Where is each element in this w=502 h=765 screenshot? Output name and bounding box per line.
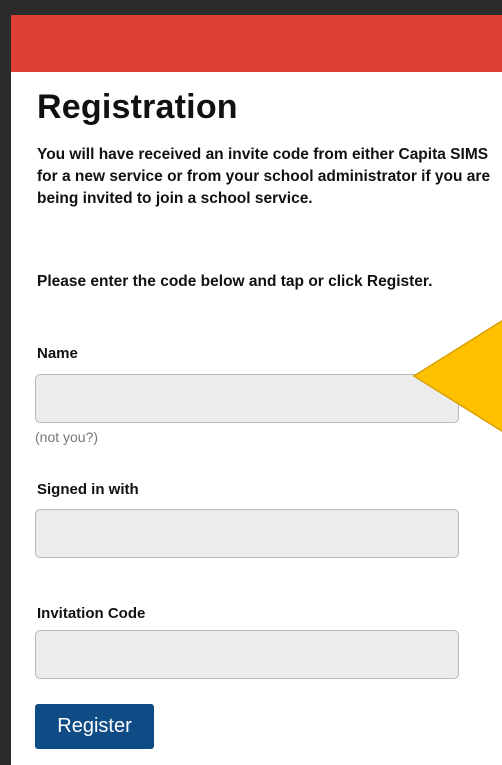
page-title: Registration — [37, 88, 238, 126]
not-you-link[interactable]: (not you?) — [35, 429, 98, 445]
name-label: Name — [37, 345, 78, 362]
register-button[interactable]: Register — [35, 704, 154, 749]
invitation-code-field[interactable] — [35, 630, 459, 679]
invitation-code-label: Invitation Code — [37, 605, 146, 622]
highlight-arrow-marker — [412, 319, 502, 433]
name-field[interactable] — [35, 374, 459, 423]
intro-text: You will have received an invite code fr… — [37, 146, 491, 207]
header-bar — [11, 15, 502, 72]
signed-in-with-label: Signed in with — [37, 481, 139, 498]
instruction-text: Please enter the code below and tap or c… — [37, 273, 433, 290]
signed-in-with-field[interactable] — [35, 509, 459, 558]
